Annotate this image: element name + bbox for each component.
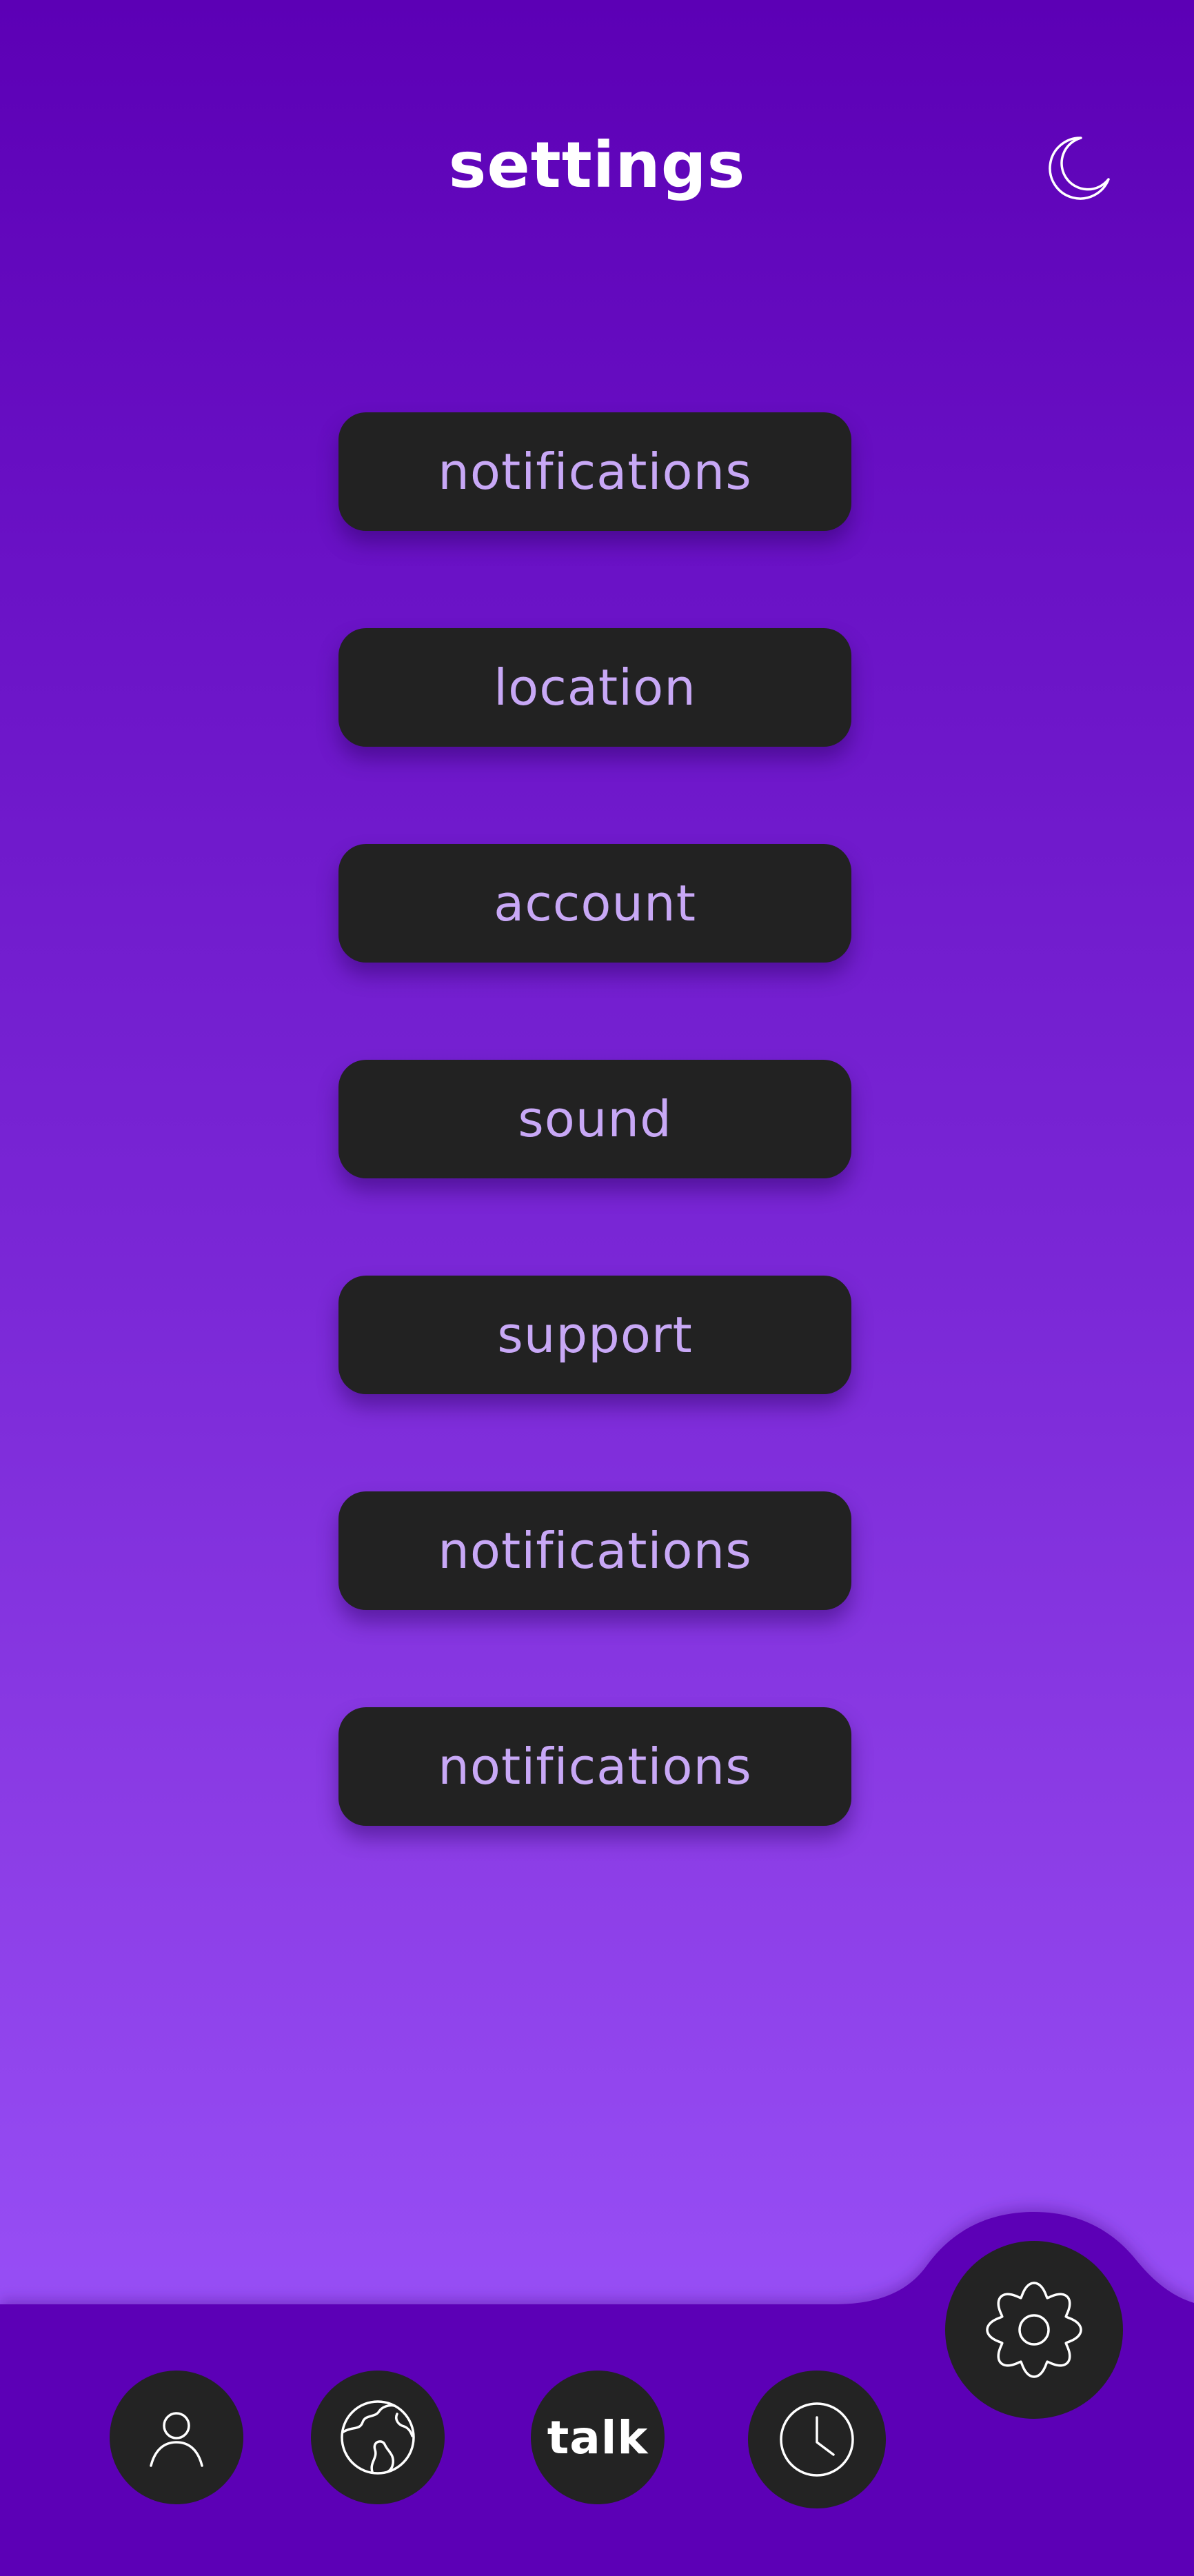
support-button[interactable]: support [338, 1276, 851, 1394]
notifications-button-3[interactable]: notifications [338, 1707, 851, 1826]
location-button[interactable]: location [338, 628, 851, 747]
notifications-button-2[interactable]: notifications [338, 1491, 851, 1610]
globe-icon [341, 2400, 415, 2475]
moon-icon[interactable] [1040, 131, 1115, 207]
clock-icon [780, 2402, 854, 2477]
gear-icon [986, 2282, 1082, 2378]
user-icon [150, 2412, 203, 2467]
talk-label: talk [547, 2411, 649, 2464]
sound-button[interactable]: sound [338, 1060, 851, 1178]
nav-talk-button[interactable]: talk [531, 2371, 665, 2504]
nav-profile-button[interactable] [110, 2371, 243, 2504]
nav-history-button[interactable] [748, 2371, 886, 2508]
page-title: settings [448, 128, 746, 202]
notifications-button[interactable]: notifications [338, 412, 851, 531]
nav-settings-button[interactable] [945, 2241, 1123, 2419]
account-button[interactable]: account [338, 844, 851, 963]
settings-screen: settings notifications location account … [0, 0, 1194, 2576]
nav-globe-button[interactable] [311, 2371, 445, 2504]
